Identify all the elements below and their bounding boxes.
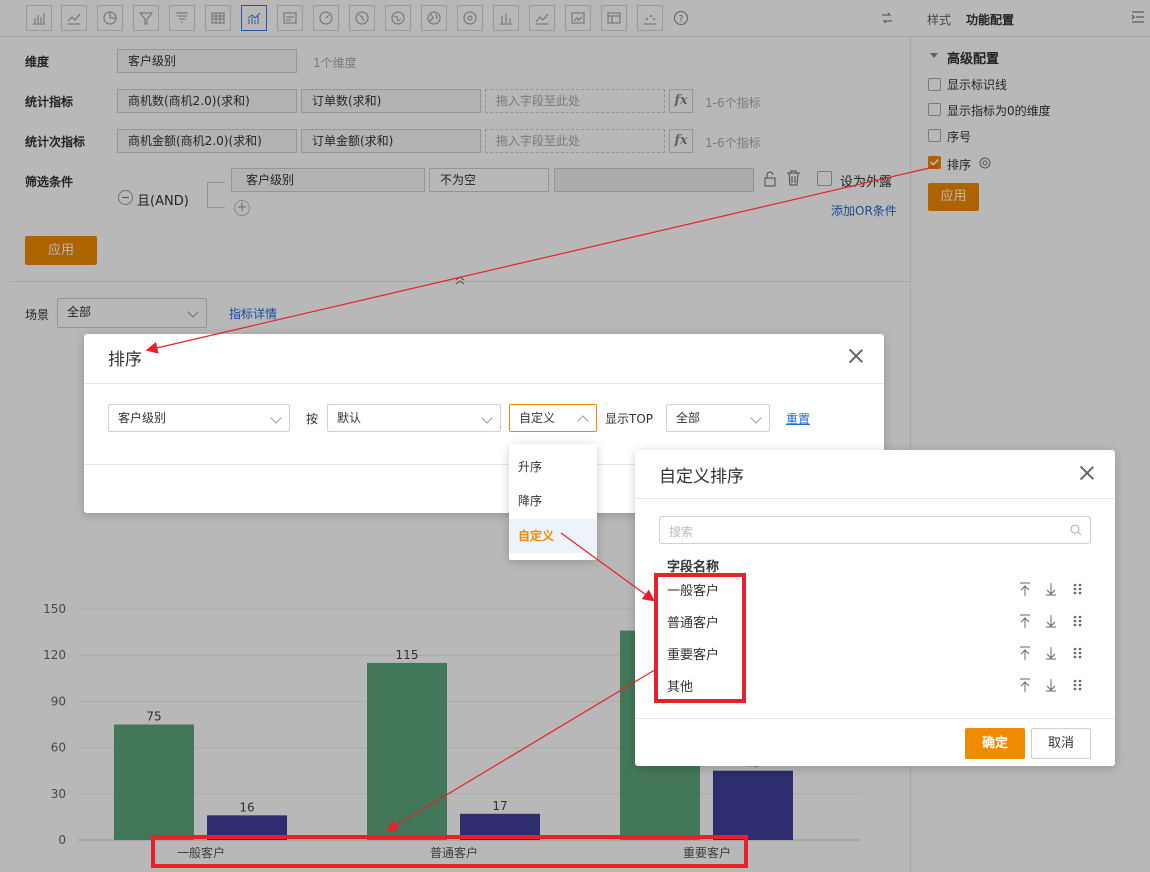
arrow-to-axis [385,667,659,832]
arrow-to-custom-list [560,532,655,602]
annotation-arrows [145,165,939,832]
arrow-to-sort-dialog [145,165,939,354]
